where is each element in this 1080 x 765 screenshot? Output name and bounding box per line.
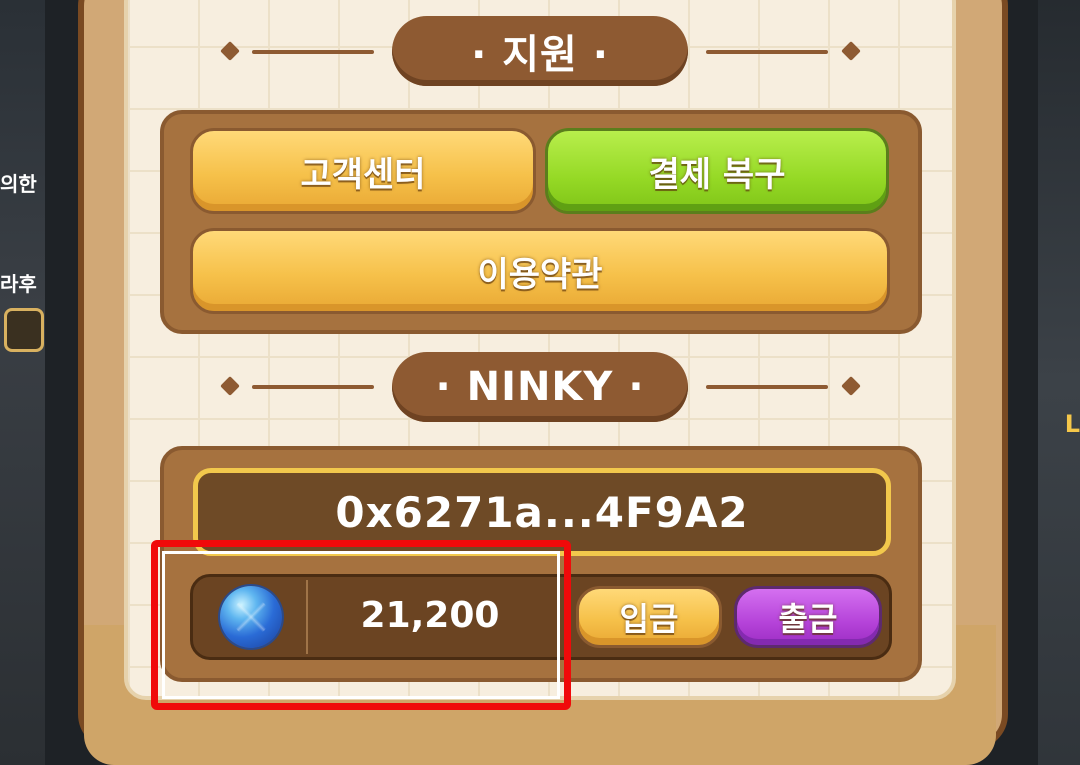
background-left-scene: 의한 라후 bbox=[0, 0, 45, 765]
background-text-fragment: 의한 bbox=[0, 172, 37, 196]
header-rule-left bbox=[252, 50, 374, 54]
header-rule-right bbox=[706, 50, 828, 54]
balance-highlight-box bbox=[151, 540, 571, 710]
background-right-scene: L bbox=[1038, 0, 1080, 765]
terms-of-service-button[interactable]: 이용약관 bbox=[190, 228, 890, 314]
header-rule-left bbox=[252, 385, 374, 389]
ninky-section-title: · NINKY · bbox=[392, 352, 688, 422]
withdraw-button[interactable]: 출금 bbox=[734, 586, 882, 648]
customer-center-button[interactable]: 고객센터 bbox=[190, 128, 536, 214]
background-button-fragment bbox=[4, 308, 44, 352]
payment-restore-button[interactable]: 결제 복구 bbox=[545, 128, 889, 214]
support-section-title: · 지원 · bbox=[392, 16, 688, 86]
background-text-fragment: 라후 bbox=[0, 272, 37, 296]
background-text-fragment: L bbox=[1064, 410, 1080, 438]
header-rule-right bbox=[706, 385, 828, 389]
deposit-button[interactable]: 입금 bbox=[576, 586, 722, 648]
